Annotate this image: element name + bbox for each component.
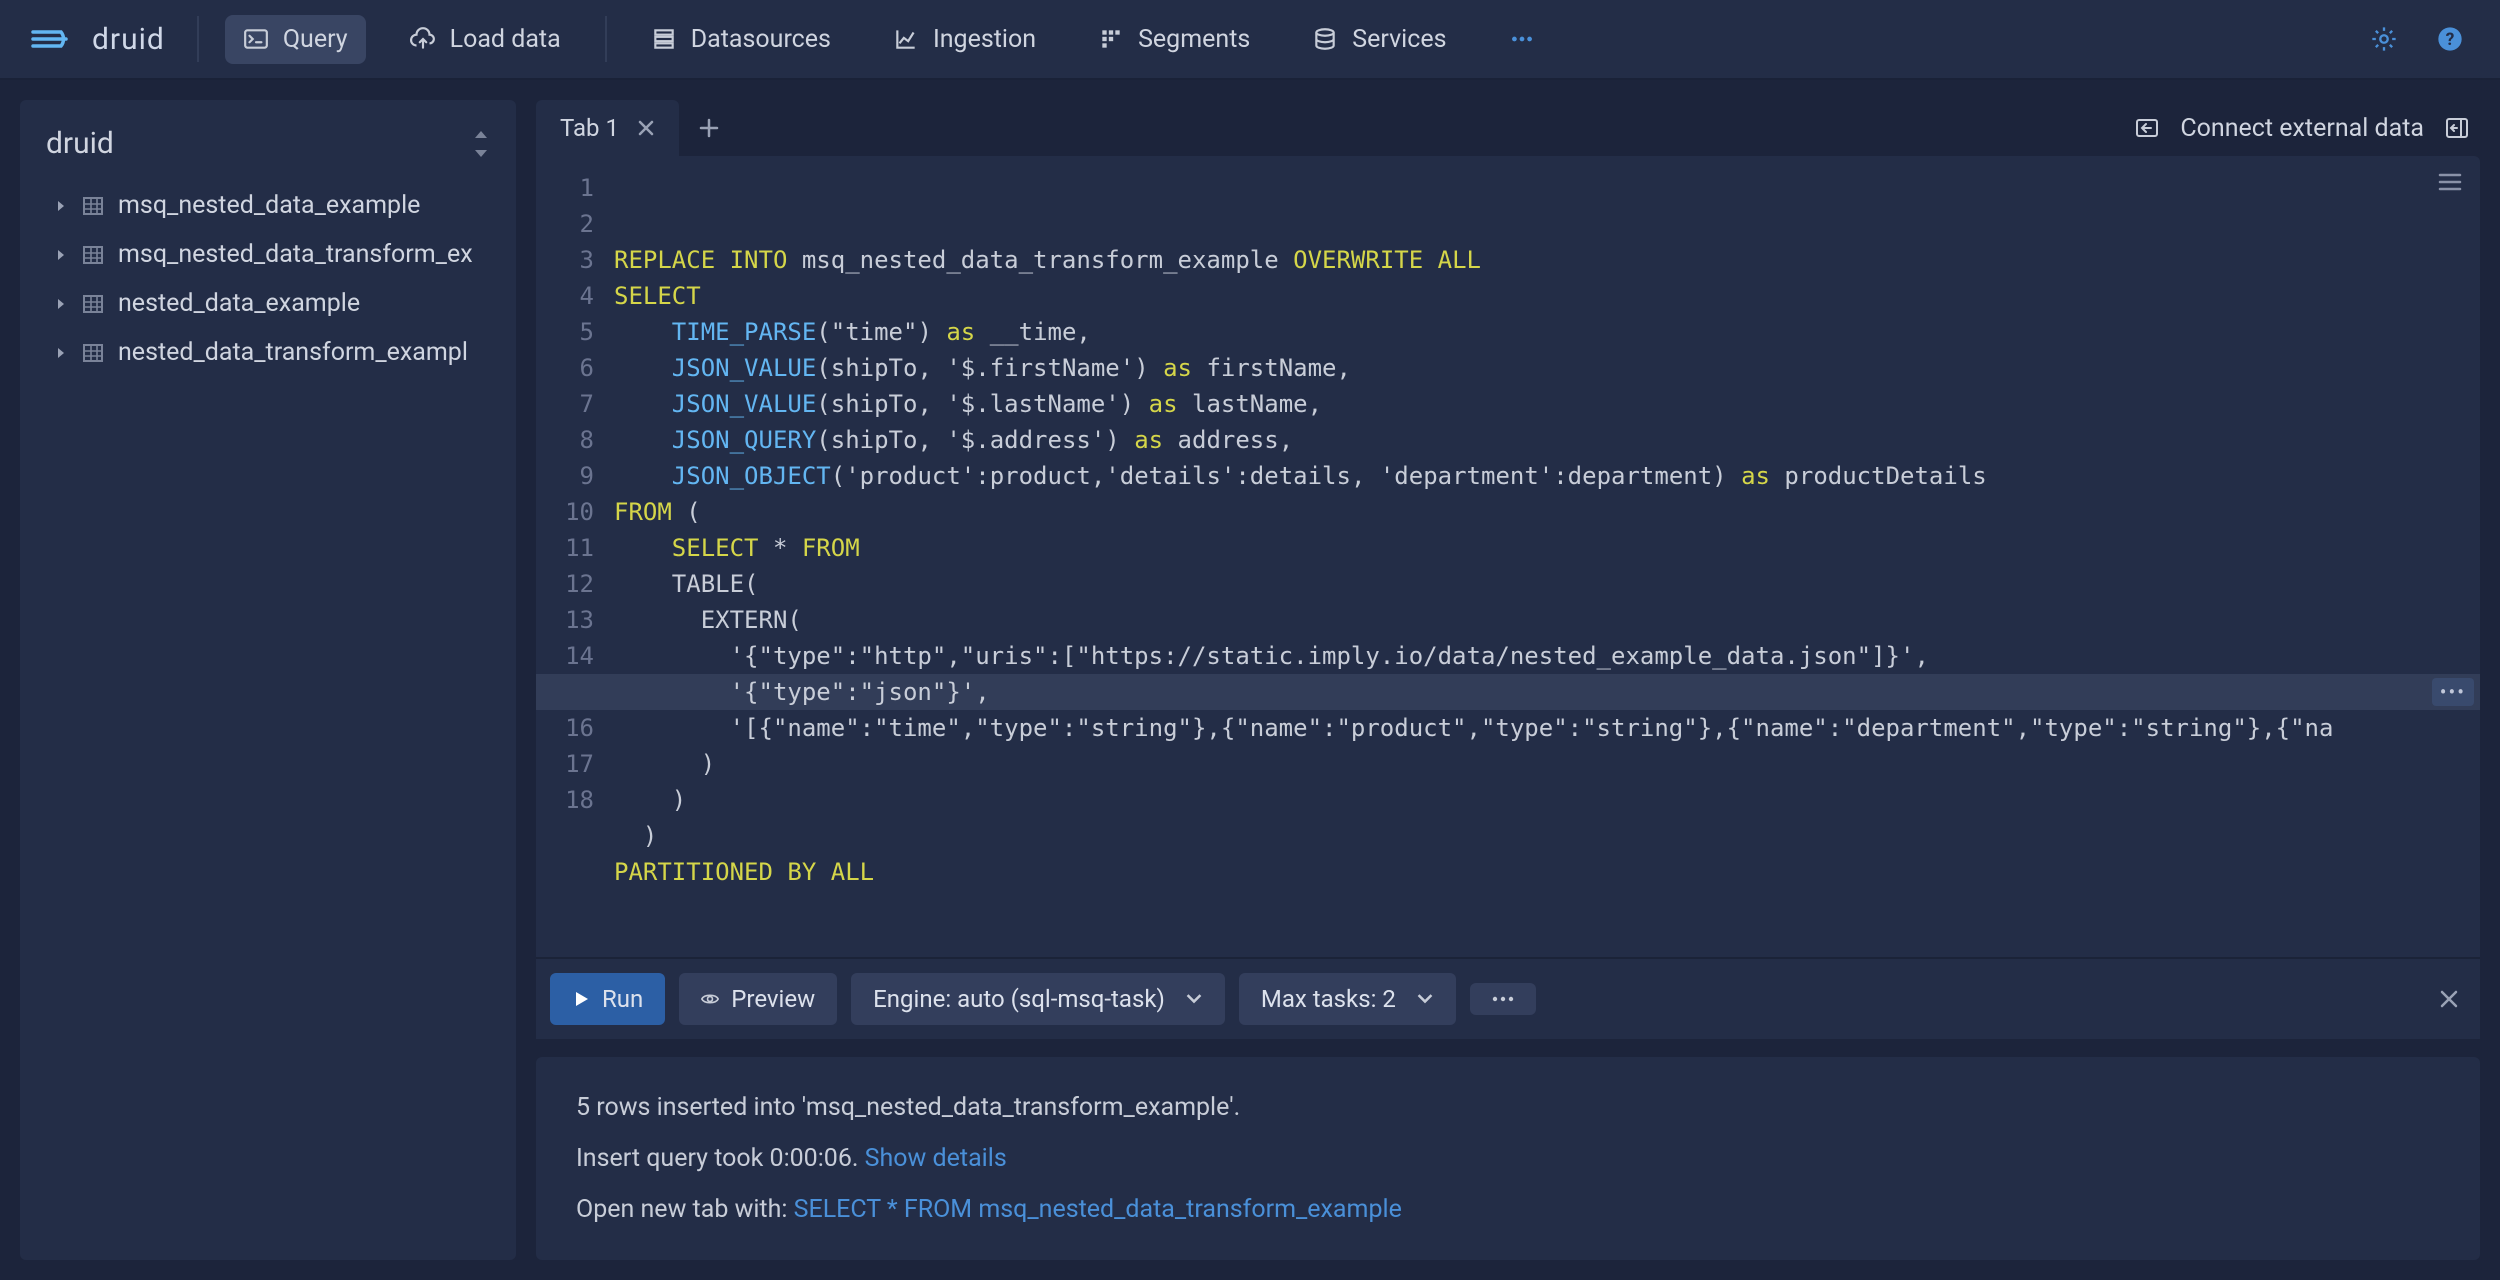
dots-icon xyxy=(1509,26,1535,52)
engine-label: Engine: auto (sql-msq-task) xyxy=(873,985,1165,1013)
nav-label: Datasources xyxy=(691,25,831,54)
divider xyxy=(197,16,199,62)
run-label: Run xyxy=(602,985,643,1013)
table-icon xyxy=(82,293,104,315)
max-tasks-label: Max tasks: 2 xyxy=(1261,985,1396,1013)
datasource-item[interactable]: nested_data_transform_exampl xyxy=(20,328,516,377)
nav-label: Query xyxy=(283,25,348,54)
eye-icon xyxy=(701,990,719,1008)
table-icon xyxy=(82,195,104,217)
gear-icon xyxy=(2370,25,2398,53)
stack-icon xyxy=(651,26,677,52)
result-line: Open new tab with: SELECT * FROM msq_nes… xyxy=(576,1195,2440,1224)
sort-toggle[interactable] xyxy=(470,131,492,157)
tab-bar: Tab 1 Connect external data xyxy=(536,100,2480,156)
nav-label: Services xyxy=(1352,25,1446,54)
nav-services[interactable]: Services xyxy=(1294,15,1464,64)
close-icon xyxy=(2438,988,2460,1010)
connect-external-data[interactable]: Connect external data xyxy=(2180,114,2424,143)
segments-icon xyxy=(1098,26,1124,52)
toolbar-more[interactable] xyxy=(1470,983,1536,1015)
chevron-right-icon xyxy=(54,199,68,213)
schema-sidebar: druid msq_nested_data_example msq_nested… xyxy=(20,100,516,1260)
console-icon xyxy=(243,26,269,52)
brand-logo[interactable]: druid xyxy=(30,22,165,57)
datasource-name: nested_data_transform_exampl xyxy=(118,338,468,367)
engine-select[interactable]: Engine: auto (sql-msq-task) xyxy=(851,973,1225,1025)
chevron-right-icon xyxy=(54,248,68,262)
editor-menu[interactable] xyxy=(2438,172,2462,192)
line-actions[interactable]: ••• xyxy=(2432,678,2474,706)
nav-label: Ingestion xyxy=(933,25,1036,54)
max-tasks-select[interactable]: Max tasks: 2 xyxy=(1239,973,1456,1025)
query-toolbar: Run Preview Engine: auto (sql-msq-task) … xyxy=(536,957,2480,1039)
datasource-item[interactable]: nested_data_example xyxy=(20,279,516,328)
code-area[interactable]: REPLACE INTO msq_nested_data_transform_e… xyxy=(606,156,2480,957)
show-details-link[interactable]: Show details xyxy=(865,1144,1007,1173)
settings-button[interactable] xyxy=(2364,19,2404,59)
datasource-item[interactable]: msq_nested_data_transform_ex xyxy=(20,230,516,279)
table-icon xyxy=(82,342,104,364)
add-tab[interactable] xyxy=(679,100,739,156)
help-icon: ? xyxy=(2436,25,2464,53)
nav-query[interactable]: Query xyxy=(225,15,366,64)
nav-label: Load data xyxy=(450,25,561,54)
sql-editor[interactable]: 123456789101112131415161718 REPLACE INTO… xyxy=(536,156,2480,957)
datasource-name: msq_nested_data_transform_ex xyxy=(118,240,473,269)
chart-line-icon xyxy=(893,26,919,52)
database-icon xyxy=(1312,26,1338,52)
close-tab[interactable] xyxy=(637,119,655,137)
druid-logo-icon xyxy=(30,24,80,54)
preview-label: Preview xyxy=(731,985,815,1013)
close-results[interactable] xyxy=(2432,982,2466,1016)
preview-button[interactable]: Preview xyxy=(679,973,837,1025)
play-icon xyxy=(572,990,590,1008)
table-icon xyxy=(82,244,104,266)
upload-cloud-icon xyxy=(410,26,436,52)
panel-icon xyxy=(2444,115,2470,141)
svg-text:?: ? xyxy=(2446,30,2455,50)
result-line: 5 rows inserted into 'msq_nested_data_tr… xyxy=(576,1093,2440,1122)
divider xyxy=(605,16,607,62)
brand-text: druid xyxy=(92,22,165,57)
caret-down-icon xyxy=(1416,990,1434,1008)
sidebar-title: druid xyxy=(46,126,114,161)
result-line: Insert query took 0:00:06. Show details xyxy=(576,1144,2440,1173)
chevron-right-icon xyxy=(54,346,68,360)
caret-down-icon xyxy=(1185,990,1203,1008)
top-nav: druid Query Load data Datasources Ingest… xyxy=(0,0,2500,80)
nav-more[interactable] xyxy=(1491,16,1553,62)
help-button[interactable]: ? xyxy=(2430,19,2470,59)
nav-segments[interactable]: Segments xyxy=(1080,15,1268,64)
line-gutter: 123456789101112131415161718 xyxy=(536,156,606,957)
menu-lines-icon xyxy=(2438,172,2462,192)
main-panel: Tab 1 Connect external data 123456789101… xyxy=(536,100,2480,1260)
datasource-item[interactable]: msq_nested_data_example xyxy=(20,181,516,230)
nav-label: Segments xyxy=(1138,25,1250,54)
datasource-name: msq_nested_data_example xyxy=(118,191,420,220)
open-tab-query-link[interactable]: SELECT * FROM msq_nested_data_transform_… xyxy=(794,1195,1402,1224)
nav-load-data[interactable]: Load data xyxy=(392,15,579,64)
dots-icon xyxy=(1492,995,1514,1003)
close-icon xyxy=(637,119,655,137)
nav-ingestion[interactable]: Ingestion xyxy=(875,15,1054,64)
chevron-right-icon xyxy=(54,297,68,311)
panel-toggle[interactable] xyxy=(2444,115,2470,141)
connect-icon xyxy=(2134,115,2160,141)
datasource-tree: msq_nested_data_example msq_nested_data_… xyxy=(20,181,516,377)
datasource-name: nested_data_example xyxy=(118,289,360,318)
results-panel: 5 rows inserted into 'msq_nested_data_tr… xyxy=(536,1057,2480,1260)
plus-icon xyxy=(699,118,719,138)
nav-datasources[interactable]: Datasources xyxy=(633,15,849,64)
tab-label: Tab 1 xyxy=(560,114,619,142)
query-tab[interactable]: Tab 1 xyxy=(536,100,679,156)
run-button[interactable]: Run xyxy=(550,973,665,1025)
sort-icon xyxy=(470,131,492,157)
